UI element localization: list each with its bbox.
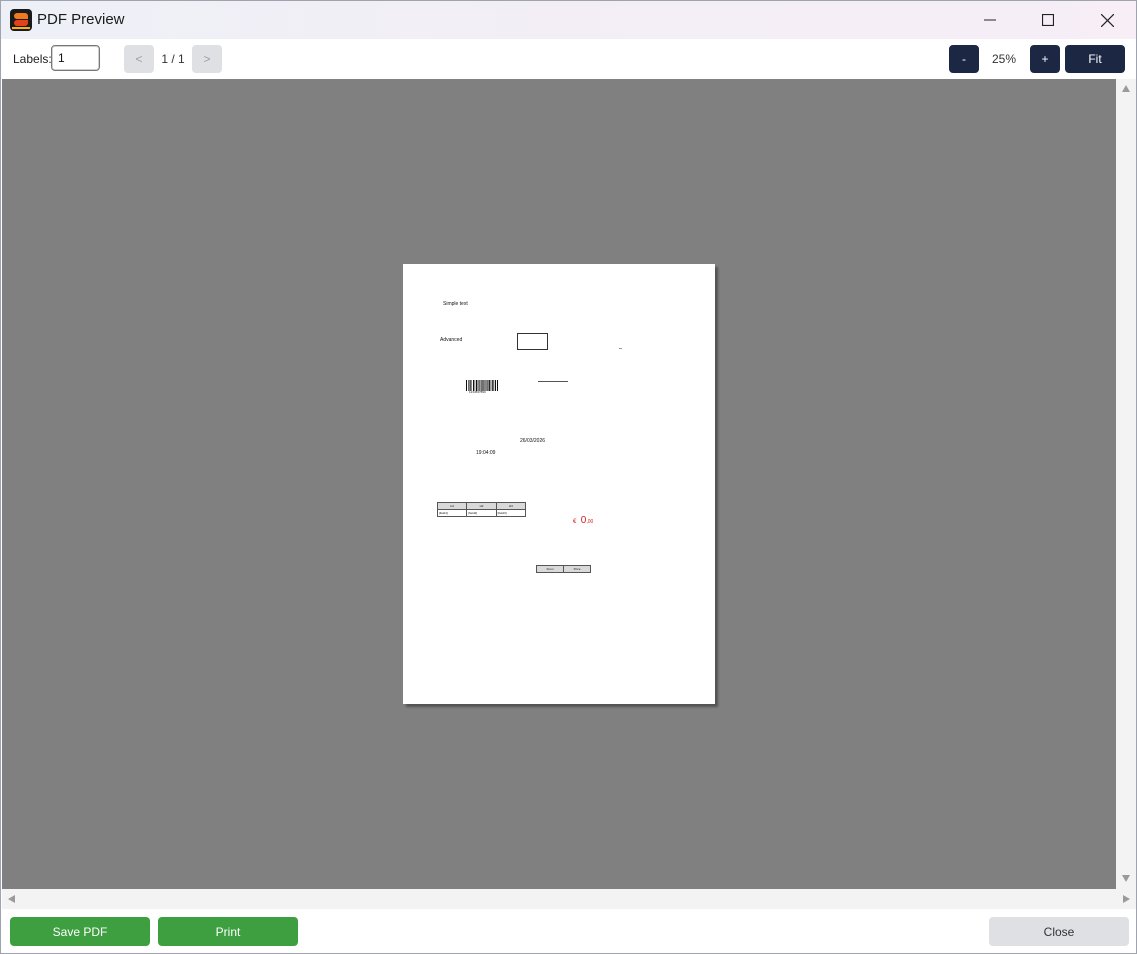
toolbar: Labels: < 1 / 1 > - 25% + Fit (1, 39, 1136, 79)
maximize-icon (1042, 14, 1054, 26)
table-cell: [field3] (495, 509, 527, 517)
table-cell: [field1] (436, 509, 468, 517)
date-element: 26/03/2026 (520, 438, 546, 444)
close-icon (1100, 13, 1114, 27)
horizontal-scrollbar[interactable] (2, 889, 1136, 909)
scroll-down-icon[interactable] (1122, 875, 1130, 882)
barcode-number: 1234567890 (469, 390, 486, 394)
currency-element: € 0,00 (573, 510, 593, 528)
pdf-page: Simple text Advanced 1234567890 26/03/20… (403, 264, 715, 704)
labels-label: Labels: (13, 52, 52, 66)
table-header-cell: H3 (495, 502, 527, 510)
pdf-preview-window: PDF Preview Labels: < 1 / 1 > - 25% + Fi… (0, 0, 1137, 954)
app-logo-icon (10, 9, 32, 31)
window-title: PDF Preview (37, 11, 125, 28)
price-table: From Price (535, 565, 591, 573)
zoom-out-button[interactable]: - (949, 45, 979, 73)
fit-button[interactable]: Fit (1065, 45, 1125, 73)
small-mark-element (619, 348, 622, 349)
scroll-up-icon[interactable] (1122, 85, 1130, 92)
table-header-cell: From (535, 565, 565, 573)
save-pdf-button[interactable]: Save PDF (10, 917, 150, 946)
next-page-button[interactable]: > (192, 45, 222, 73)
currency-symbol: € (573, 519, 577, 525)
title-bar: PDF Preview (1, 1, 1136, 39)
currency-decimal: ,00 (586, 519, 594, 525)
minimize-icon (984, 19, 996, 21)
zoom-in-button[interactable]: + (1030, 45, 1060, 73)
table-cell: [field2] (466, 509, 497, 517)
table-header-cell: Price (563, 565, 591, 573)
preview-area[interactable]: Simple text Advanced 1234567890 26/03/20… (2, 79, 1116, 889)
minimize-button[interactable] (961, 1, 1019, 39)
prev-page-button[interactable]: < (124, 45, 154, 73)
labels-count-input[interactable] (51, 45, 100, 71)
vertical-scrollbar[interactable] (1116, 79, 1136, 889)
close-window-button[interactable] (1078, 1, 1136, 39)
print-button[interactable]: Print (158, 917, 298, 946)
line-element (538, 381, 568, 382)
rectangle-element (517, 333, 548, 350)
table-header-cell: H1 (436, 502, 468, 510)
advanced-text-element: Advanced (440, 337, 463, 343)
maximize-button[interactable] (1019, 1, 1077, 39)
scroll-left-icon[interactable] (8, 895, 15, 903)
simple-text-element: Simple text (443, 301, 468, 307)
close-button[interactable]: Close (989, 917, 1129, 946)
table-header-cell: H2 (466, 502, 497, 510)
footer-bar: Save PDF Print Close (1, 909, 1136, 953)
scroll-right-icon[interactable] (1123, 895, 1130, 903)
zoom-level: 25% (991, 52, 1017, 66)
time-element: 19:04:09 (476, 450, 496, 456)
fields-table: H1 H2 H3 [field1] [field2] [field3] (436, 502, 527, 517)
page-indicator: 1 / 1 (161, 52, 185, 66)
